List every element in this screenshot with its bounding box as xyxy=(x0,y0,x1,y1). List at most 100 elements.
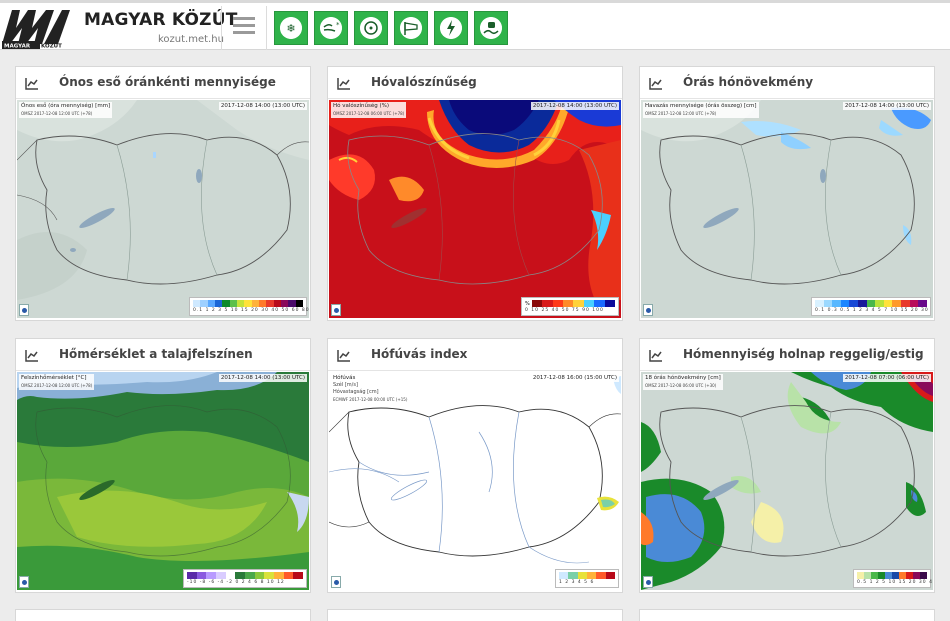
legend-swatch xyxy=(604,300,616,307)
surface-temperature-map[interactable]: Felszínhőmérséklet [°C] OMSZ 2017-12-08 1… xyxy=(17,372,309,590)
lightning-layer-button[interactable] xyxy=(434,11,468,45)
panel-header: Ónos eső óránkénti mennyisége xyxy=(16,67,310,99)
line-chart-icon[interactable] xyxy=(25,349,39,362)
legend-swatch xyxy=(906,572,913,579)
omsz-logo-icon xyxy=(19,576,29,588)
svg-text:KÖZÚT: KÖZÚT xyxy=(41,43,62,50)
panel-title: Ónos eső óránkénti mennyisége xyxy=(59,75,276,89)
legend-swatch xyxy=(193,300,201,307)
frost-layer-button[interactable] xyxy=(354,11,388,45)
legend-swatch xyxy=(196,572,207,579)
map-timestamp: 2017-12-08 14:00 (13:00 UTC) xyxy=(530,102,619,110)
wind-layer-button[interactable] xyxy=(394,11,428,45)
legend-swatch xyxy=(815,300,824,307)
legend-swatch xyxy=(216,572,226,579)
legend-swatch xyxy=(235,572,246,579)
omsz-logo-icon xyxy=(643,304,653,316)
line-chart-icon[interactable] xyxy=(649,77,663,90)
map-timestamp: 2017-12-08 07:00 (06:00 UTC) xyxy=(842,374,931,382)
legend-swatch xyxy=(605,572,615,579)
hourly-snow-map[interactable]: Havazás mennyisége (órás összeg) [cm] OMS… xyxy=(641,100,933,318)
legend-swatch xyxy=(885,572,892,579)
panel-header: Hőmérséklet a talajfelszínen xyxy=(16,339,310,371)
legend-swatch xyxy=(214,300,223,307)
legend-swatch xyxy=(251,300,259,307)
line-chart-icon[interactable] xyxy=(649,349,663,362)
legend-swatch xyxy=(864,572,871,579)
legend-swatch xyxy=(283,572,294,579)
panel-header: Órás hónövekmény xyxy=(640,67,934,99)
legend-swatch xyxy=(229,300,237,307)
legend-swatch xyxy=(266,300,274,307)
legend-swatch xyxy=(583,300,595,307)
panel-title: Hóvalószínűség xyxy=(371,75,477,89)
snowflake-icon: ❄ xyxy=(280,17,302,39)
magyar-kozut-logo[interactable]: MAGYAR KÖZÚT xyxy=(2,8,72,50)
lightning-icon xyxy=(440,17,462,39)
map-legend: 0.1 1 2 3 5 10 15 20 30 40 50 60 80 100 … xyxy=(189,297,309,316)
snow-probability-map[interactable]: Hó valószínűség (%) OMSZ 2017-12-08 06:00… xyxy=(329,100,621,318)
legend-swatch xyxy=(858,300,867,307)
map-label: Hófúvás Szél [m/s] Hóvastagság [cm] ECMW… xyxy=(331,374,410,404)
legend-swatch xyxy=(871,572,878,579)
legend-swatch xyxy=(849,300,859,307)
line-chart-icon[interactable] xyxy=(337,77,351,90)
legend-swatch xyxy=(207,300,215,307)
map-timestamp: 2017-12-08 14:00 (13:00 UTC) xyxy=(218,374,307,382)
svg-text:MAGYAR: MAGYAR xyxy=(4,44,31,50)
panel-blowing-snow-index: Hófúvás index Hófúvás Szél [m/s] Hóvasta… xyxy=(327,338,623,593)
legend-swatch xyxy=(857,572,864,579)
panel-next-row xyxy=(327,609,623,621)
map-timestamp: 2017-12-08 16:00 (15:00 UTC) xyxy=(530,374,619,382)
panel-freezing-rain: Ónos eső óránkénti mennyisége Ónos eső (… xyxy=(15,66,311,321)
legend-swatch xyxy=(187,572,197,579)
blowing-snow-map[interactable]: Hófúvás Szél [m/s] Hóvastagság [cm] ECMW… xyxy=(329,372,621,590)
legend-swatch xyxy=(562,300,574,307)
snow-amount-map[interactable]: 18 órás hónövekmény [cm] OMSZ 2017-12-08 … xyxy=(641,372,933,590)
brand-title[interactable]: MAGYAR KÖZÚT xyxy=(84,10,238,30)
legend-swatch xyxy=(568,572,578,579)
map-legend: 0.5 1 2 5 10 15 20 30 40 50 xyxy=(853,569,933,588)
legend-swatch xyxy=(206,572,217,579)
legend-swatch xyxy=(883,300,893,307)
legend-swatch xyxy=(840,300,850,307)
wind-snow-icon: * xyxy=(320,17,342,39)
panel-snow-amount-tomorrow: Hómennyiség holnap reggelig/estig 18 órá… xyxy=(639,338,935,593)
legend-swatch xyxy=(244,300,252,307)
legend-swatch xyxy=(258,300,267,307)
map-legend: 0.1 0.3 0.5 1 2 3 4 5 7 10 15 20 30 xyxy=(811,297,931,316)
map-label: 18 órás hónövekmény [cm] OMSZ 2017-12-08 … xyxy=(643,374,723,390)
skid-car-icon xyxy=(480,17,502,39)
line-chart-icon[interactable] xyxy=(25,77,39,90)
legend-swatch xyxy=(552,300,563,307)
legend-swatch xyxy=(823,300,833,307)
map-label: Havazás mennyisége (órás összeg) [cm] OMS… xyxy=(643,102,759,118)
header-divider xyxy=(266,6,267,50)
freezing-rain-map[interactable]: Ónos eső (óra mennyiség) [mm] OMSZ 2017-1… xyxy=(17,100,309,318)
panel-snow-probability: Hóvalószínűség Hó valószínűség (%) OMSZ 2… xyxy=(327,66,623,321)
legend-swatch xyxy=(280,300,289,307)
map-timestamp: 2017-12-08 14:00 (13:00 UTC) xyxy=(218,102,307,110)
legend-swatch xyxy=(293,572,304,579)
panel-title: Órás hónövekmény xyxy=(683,75,814,89)
snow-drift-button[interactable]: * xyxy=(314,11,348,45)
panel-title: Hőmérséklet a talajfelszínen xyxy=(59,347,253,361)
line-chart-icon[interactable] xyxy=(337,349,351,362)
map-legend: -10 -8 -6 -4 -2 0 2 4 6 8 10 12 xyxy=(183,569,307,588)
frost-icon xyxy=(360,17,382,39)
panel-title: Hófúvás index xyxy=(371,347,468,361)
legend-swatch xyxy=(236,300,245,307)
panel-next-row xyxy=(639,609,935,621)
legend-swatch xyxy=(531,300,543,307)
slippery-road-button[interactable] xyxy=(474,11,508,45)
snow-layer-button[interactable]: ❄ xyxy=(274,11,308,45)
legend-swatch xyxy=(909,300,919,307)
legend-swatch xyxy=(245,572,255,579)
panel-header: Hóvalószínűség xyxy=(328,67,622,99)
hamburger-menu-icon[interactable] xyxy=(233,17,255,35)
legend-swatch xyxy=(596,572,606,579)
omsz-logo-icon xyxy=(643,576,653,588)
legend-swatch xyxy=(913,572,920,579)
legend-swatch xyxy=(273,300,281,307)
legend-swatch xyxy=(264,572,275,579)
